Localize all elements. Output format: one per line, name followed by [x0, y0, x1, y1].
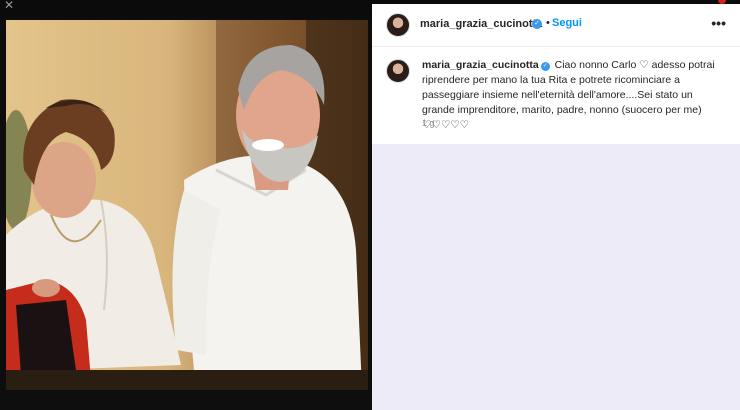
photo-bottom-strip: [0, 390, 372, 410]
post-photo-panel: ✕: [0, 0, 372, 410]
caption-comment: maria_grazia_cucinotta ✓ Ciao nonno Carlo…: [372, 52, 740, 142]
photo-illustration: [6, 20, 368, 390]
comment-username[interactable]: maria_grazia_cucinotta: [422, 59, 539, 71]
post-photo[interactable]: [6, 20, 368, 390]
avatar[interactable]: [386, 13, 410, 37]
verified-badge-icon: ✓: [532, 19, 542, 29]
post-username[interactable]: maria_grazia_cucinotta: [420, 18, 542, 30]
caption-text-block: maria_grazia_cucinotta ✓ Ciao nonno Carlo…: [422, 58, 722, 133]
separator-dot: •: [546, 17, 550, 29]
verified-badge-icon: ✓: [540, 62, 550, 71]
post-side-panel: maria_grazia_cucinotta ✓ • Segui ••• mar…: [372, 0, 740, 144]
post-header: maria_grazia_cucinotta ✓ • Segui •••: [372, 4, 740, 47]
comment-avatar[interactable]: [386, 59, 410, 83]
comment-timestamp[interactable]: 1 g: [422, 118, 435, 128]
photo-top-strip: ✕: [0, 0, 372, 18]
close-icon[interactable]: ✕: [4, 0, 14, 12]
follow-button[interactable]: Segui: [552, 17, 582, 29]
more-options-icon[interactable]: •••: [711, 15, 726, 31]
